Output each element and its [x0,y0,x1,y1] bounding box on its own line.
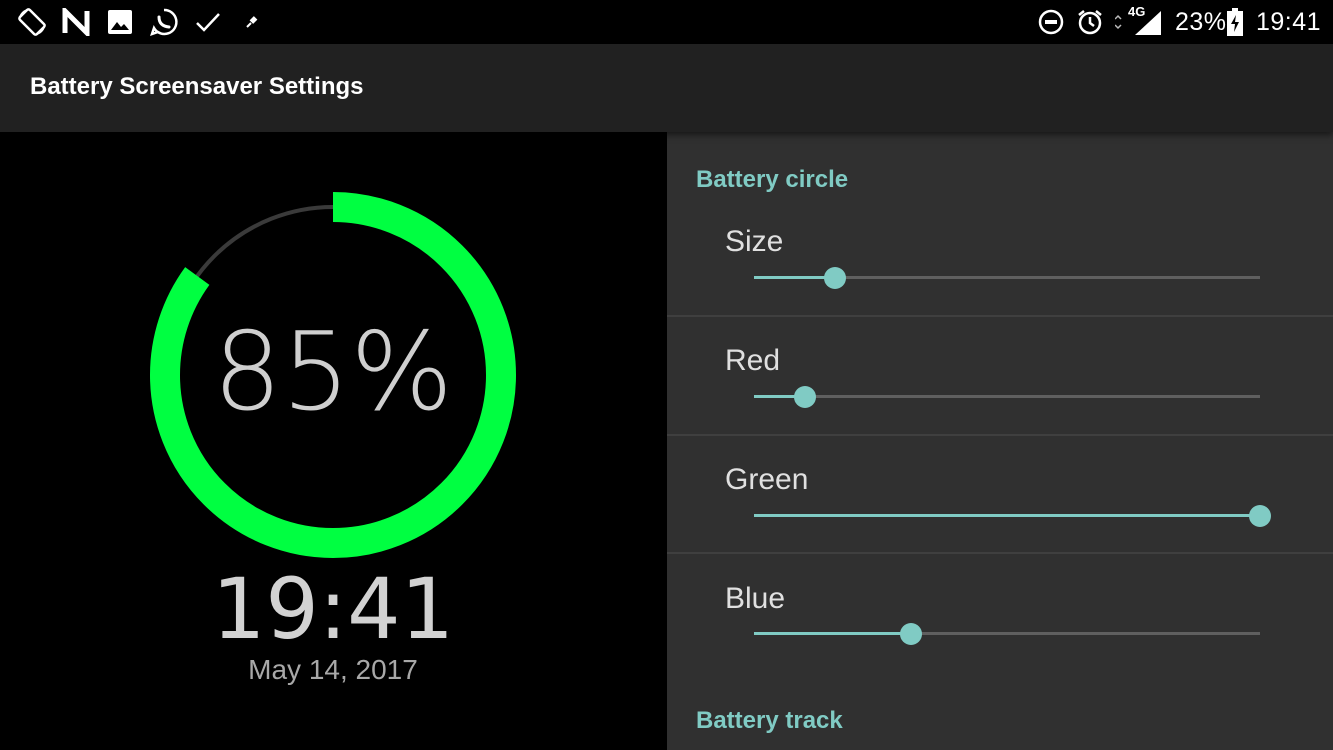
section-title-battery-circle: Battery circle [696,166,849,193]
whatsapp-icon [148,6,180,38]
date-display: May 14, 2017 [248,654,418,685]
battery-charging-icon [1224,6,1246,38]
clock-display: 19:41 [211,560,455,658]
image-icon [104,6,136,38]
status-bar: 4G 23% 19:41 [0,0,1333,44]
settings-panel: Battery circle Size Red Green Blue Batte… [667,132,1333,750]
slider-fill [754,276,835,279]
section-title-battery-track: Battery track [696,707,843,734]
n-app-icon [60,6,92,38]
signal-4g-icon: 4G [1114,4,1164,38]
screensaver-preview: 85% 19:41 May 14, 2017 [0,132,667,750]
app-bar: Battery Screensaver Settings [0,44,1333,132]
alarm-icon [1074,6,1106,38]
pref-red: Red [667,344,1333,463]
slider-thumb[interactable] [824,267,846,289]
do-not-disturb-icon [1035,6,1067,38]
pref-blue: Blue [667,582,1333,701]
screen-rotation-icon [16,6,48,38]
divider [667,552,1333,554]
pref-title-size: Size [725,225,784,258]
blue-slider[interactable] [754,622,1260,646]
divider [667,434,1333,436]
slider-thumb[interactable] [900,623,922,645]
size-slider[interactable] [754,266,1260,290]
pref-title-blue: Blue [725,582,786,615]
red-slider[interactable] [754,385,1260,409]
network-type-label: 4G [1128,4,1146,19]
page-title: Battery Screensaver Settings [30,73,364,100]
slider-track [754,395,1260,398]
battery-percent-text: 23% [1175,8,1227,36]
green-slider[interactable] [754,504,1271,528]
divider [667,315,1333,317]
pref-size: Size [667,225,1333,344]
slider-fill [754,514,1260,517]
battery-percent-display: 85% [212,310,454,435]
pref-title-green: Green [725,463,809,496]
slider-fill [754,632,911,635]
pin-icon [236,6,268,38]
pref-title-red: Red [725,344,781,377]
slider-thumb[interactable] [1249,505,1271,527]
pref-green: Green [667,463,1333,582]
status-time: 19:41 [1256,8,1322,36]
slider-thumb[interactable] [794,386,816,408]
check-icon [192,6,224,38]
